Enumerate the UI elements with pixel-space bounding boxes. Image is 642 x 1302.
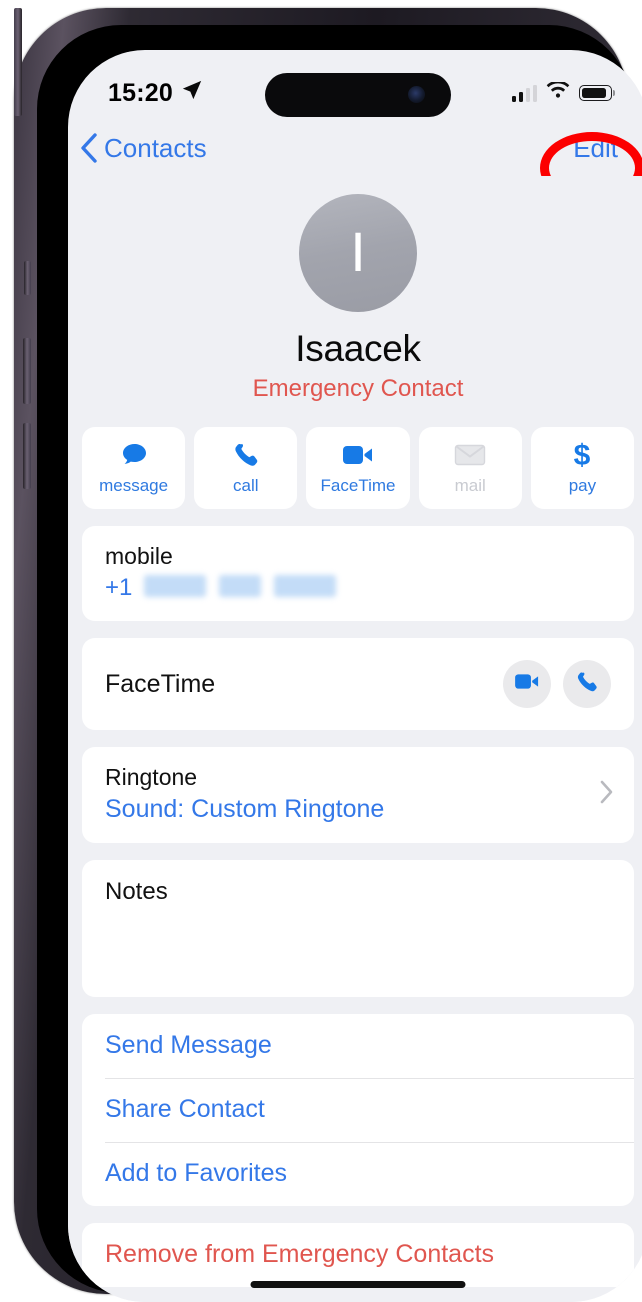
phone-value[interactable]: +1: [105, 574, 611, 602]
svg-text:$: $: [574, 439, 591, 471]
ringtone-card: Ringtone Sound: Custom Ringtone: [82, 747, 634, 843]
wifi-icon: [546, 80, 570, 105]
edit-button[interactable]: Edit: [573, 133, 618, 164]
quick-action-call[interactable]: call: [194, 427, 298, 509]
quick-action-mail: mail: [418, 427, 522, 509]
screen-bezel: 15:20 Contacts Edit I Isaacek Emergency …: [37, 25, 642, 1302]
quick-action-call-label: call: [233, 476, 259, 495]
phone-screen: 15:20 Contacts Edit I Isaacek Emergency …: [68, 50, 642, 1302]
dynamic-island: [265, 73, 451, 117]
emergency-contact-badge: Emergency Contact: [252, 375, 464, 402]
phone-number-card: mobile +1: [82, 526, 634, 621]
quick-action-facetime[interactable]: FaceTime: [306, 427, 410, 509]
remove-from-emergency-contacts-button[interactable]: Remove from Emergency Contacts: [82, 1223, 634, 1287]
phone-number-redacted: [144, 575, 337, 597]
video-camera-icon: [514, 672, 540, 696]
quick-action-facetime-label: FaceTime: [320, 476, 396, 495]
share-contact-button[interactable]: Share Contact: [82, 1078, 634, 1142]
quick-action-row: message call FaceTime mail $ pay: [68, 417, 642, 509]
ringtone-row[interactable]: Ringtone Sound: Custom Ringtone: [82, 747, 634, 843]
phone-country-code: +1: [105, 574, 133, 601]
avatar-initial: I: [350, 220, 366, 283]
phone-device-frame: 15:20 Contacts Edit I Isaacek Emergency …: [14, 8, 642, 1302]
notes-label: Notes: [105, 878, 168, 905]
battery-icon: [579, 85, 616, 101]
contact-header: I Isaacek Emergency Contact: [68, 176, 642, 417]
notes-card[interactable]: Notes: [82, 860, 634, 997]
emergency-contact-card: Remove from Emergency Contacts: [82, 1223, 634, 1287]
volume-up-button[interactable]: [23, 338, 31, 404]
phone-handset-icon: [232, 440, 260, 470]
status-time-label: 15:20: [108, 78, 173, 107]
chevron-right-icon: [600, 780, 614, 809]
front-camera-icon: [408, 86, 425, 103]
contact-name: Isaacek: [295, 328, 421, 369]
phone-label: mobile: [105, 543, 173, 569]
facetime-buttons: [503, 660, 611, 708]
quick-action-pay-label: pay: [568, 476, 597, 495]
phone-number-row[interactable]: mobile +1: [82, 526, 634, 621]
video-camera-icon: [342, 440, 374, 470]
contact-actions-card: Send Message Share Contact Add to Favori…: [82, 1014, 634, 1206]
status-time-group: 15:20: [108, 79, 203, 108]
back-to-contacts-button[interactable]: Contacts: [80, 133, 207, 164]
volume-down-button[interactable]: [23, 423, 31, 489]
contact-detail-scroll-view[interactable]: I Isaacek Emergency Contact message call…: [68, 176, 642, 1302]
add-to-favorites-button[interactable]: Add to Favorites: [82, 1142, 634, 1206]
navigation-bar: Contacts Edit: [68, 120, 642, 176]
quick-action-message[interactable]: message: [82, 427, 186, 509]
send-message-button[interactable]: Send Message: [82, 1014, 634, 1078]
status-indicators: [511, 80, 616, 105]
facetime-video-button[interactable]: [503, 660, 551, 708]
ringtone-label: Ringtone: [105, 764, 198, 790]
phone-handset-icon: [575, 670, 599, 699]
quick-action-message-label: message: [99, 476, 169, 495]
power-button[interactable]: [14, 8, 22, 116]
quick-action-pay[interactable]: $ pay: [530, 427, 635, 509]
facetime-label: FaceTime: [105, 669, 216, 698]
facetime-card: FaceTime: [82, 638, 634, 730]
facetime-row: FaceTime: [82, 638, 634, 730]
location-arrow-icon: [181, 79, 203, 108]
quick-action-mail-label: mail: [454, 476, 486, 495]
back-button-label: Contacts: [104, 132, 207, 163]
avatar[interactable]: I: [299, 194, 417, 312]
ringtone-text: Ringtone Sound: Custom Ringtone: [105, 764, 384, 824]
home-indicator[interactable]: [250, 1281, 466, 1288]
envelope-icon: [454, 440, 486, 470]
message-bubble-icon: [119, 440, 149, 470]
chevron-left-icon: [80, 133, 97, 163]
cellular-signal-icon: [511, 84, 537, 102]
facetime-audio-button[interactable]: [563, 660, 611, 708]
mute-switch-button[interactable]: [24, 261, 31, 295]
dollar-sign-icon: $: [571, 439, 593, 471]
ringtone-value: Sound: Custom Ringtone: [105, 795, 385, 823]
